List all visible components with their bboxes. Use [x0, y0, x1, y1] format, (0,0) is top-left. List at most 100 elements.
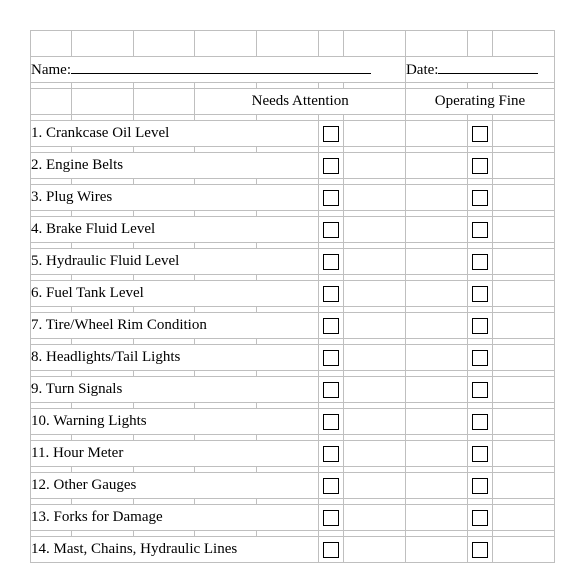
needs-attention-checkbox[interactable] — [323, 286, 339, 302]
date-underline[interactable] — [438, 60, 538, 74]
needs-attention-checkbox[interactable] — [323, 254, 339, 270]
operating-fine-cell — [467, 249, 493, 275]
gap-cell — [344, 537, 406, 563]
needs-attention-cell — [318, 409, 344, 435]
needs-attention-checkbox[interactable] — [323, 350, 339, 366]
end-cell — [493, 281, 555, 307]
item-label: 10. Warning Lights — [31, 409, 319, 435]
item-label: 9. Turn Signals — [31, 377, 319, 403]
end-cell — [493, 441, 555, 467]
needs-attention-checkbox[interactable] — [323, 318, 339, 334]
operating-fine-checkbox[interactable] — [472, 126, 488, 142]
name-underline[interactable] — [71, 60, 371, 74]
end-cell — [493, 505, 555, 531]
item-label: 4. Brake Fluid Level — [31, 217, 319, 243]
operating-fine-checkbox[interactable] — [472, 478, 488, 494]
operating-fine-checkbox[interactable] — [472, 446, 488, 462]
name-date-row: Name: Date: — [31, 57, 555, 83]
date-field-cell: Date: — [405, 57, 554, 83]
operating-fine-checkbox[interactable] — [472, 414, 488, 430]
gap-cell — [344, 121, 406, 147]
gap-cell — [405, 473, 467, 499]
name-label: Name: — [31, 62, 71, 78]
gap-cell — [405, 281, 467, 307]
gap-cell — [405, 153, 467, 179]
needs-attention-checkbox[interactable] — [323, 222, 339, 238]
needs-attention-checkbox[interactable] — [323, 126, 339, 142]
needs-attention-cell — [318, 441, 344, 467]
item-label: 3. Plug Wires — [31, 185, 319, 211]
operating-fine-cell — [467, 345, 493, 371]
operating-fine-checkbox[interactable] — [472, 318, 488, 334]
gap-cell — [405, 121, 467, 147]
name-field-cell: Name: — [31, 57, 406, 83]
needs-attention-cell — [318, 249, 344, 275]
checklist-row: 10. Warning Lights — [31, 409, 555, 435]
gap-cell — [344, 313, 406, 339]
needs-attention-checkbox[interactable] — [323, 446, 339, 462]
gap-cell — [405, 441, 467, 467]
gap-cell — [344, 153, 406, 179]
operating-fine-checkbox[interactable] — [472, 510, 488, 526]
needs-attention-cell — [318, 121, 344, 147]
item-label: 5. Hydraulic Fluid Level — [31, 249, 319, 275]
checklist-row: 9. Turn Signals — [31, 377, 555, 403]
needs-attention-checkbox[interactable] — [323, 158, 339, 174]
end-cell — [493, 121, 555, 147]
needs-attention-checkbox[interactable] — [323, 478, 339, 494]
operating-fine-cell — [467, 473, 493, 499]
item-label: 14. Mast, Chains, Hydraulic Lines — [31, 537, 319, 563]
gap-cell — [344, 345, 406, 371]
end-cell — [493, 537, 555, 563]
operating-fine-cell — [467, 281, 493, 307]
end-cell — [493, 473, 555, 499]
gap-cell — [344, 217, 406, 243]
operating-fine-cell — [467, 409, 493, 435]
date-label: Date: — [406, 62, 438, 78]
needs-attention-cell — [318, 473, 344, 499]
gap-cell — [405, 537, 467, 563]
gap-cell — [405, 217, 467, 243]
operating-fine-checkbox[interactable] — [472, 190, 488, 206]
gap-cell — [344, 409, 406, 435]
gap-cell — [344, 185, 406, 211]
operating-fine-checkbox[interactable] — [472, 382, 488, 398]
gap-cell — [405, 249, 467, 275]
item-label: 7. Tire/Wheel Rim Condition — [31, 313, 319, 339]
operating-fine-header: Operating Fine — [405, 89, 554, 115]
needs-attention-checkbox[interactable] — [323, 382, 339, 398]
gap-cell — [405, 505, 467, 531]
operating-fine-cell — [467, 537, 493, 563]
gap-cell — [405, 377, 467, 403]
operating-fine-checkbox[interactable] — [472, 350, 488, 366]
gap-cell — [344, 441, 406, 467]
gap-cell — [344, 505, 406, 531]
needs-attention-checkbox[interactable] — [323, 510, 339, 526]
top-row — [31, 31, 555, 57]
operating-fine-cell — [467, 505, 493, 531]
needs-attention-cell — [318, 185, 344, 211]
gap-cell — [405, 345, 467, 371]
item-label: 6. Fuel Tank Level — [31, 281, 319, 307]
needs-attention-cell — [318, 281, 344, 307]
operating-fine-cell — [467, 121, 493, 147]
checklist-row: 6. Fuel Tank Level — [31, 281, 555, 307]
item-label: 11. Hour Meter — [31, 441, 319, 467]
needs-attention-checkbox[interactable] — [323, 414, 339, 430]
needs-attention-cell — [318, 345, 344, 371]
operating-fine-checkbox[interactable] — [472, 158, 488, 174]
gap-cell — [344, 281, 406, 307]
needs-attention-checkbox[interactable] — [323, 542, 339, 558]
operating-fine-checkbox[interactable] — [472, 286, 488, 302]
operating-fine-checkbox[interactable] — [472, 222, 488, 238]
end-cell — [493, 153, 555, 179]
needs-attention-header: Needs Attention — [195, 89, 406, 115]
checklist-row: 8. Headlights/Tail Lights — [31, 345, 555, 371]
operating-fine-checkbox[interactable] — [472, 542, 488, 558]
needs-attention-checkbox[interactable] — [323, 190, 339, 206]
operating-fine-checkbox[interactable] — [472, 254, 488, 270]
operating-fine-cell — [467, 153, 493, 179]
needs-attention-cell — [318, 505, 344, 531]
operating-fine-cell — [467, 441, 493, 467]
checklist-row: 5. Hydraulic Fluid Level — [31, 249, 555, 275]
